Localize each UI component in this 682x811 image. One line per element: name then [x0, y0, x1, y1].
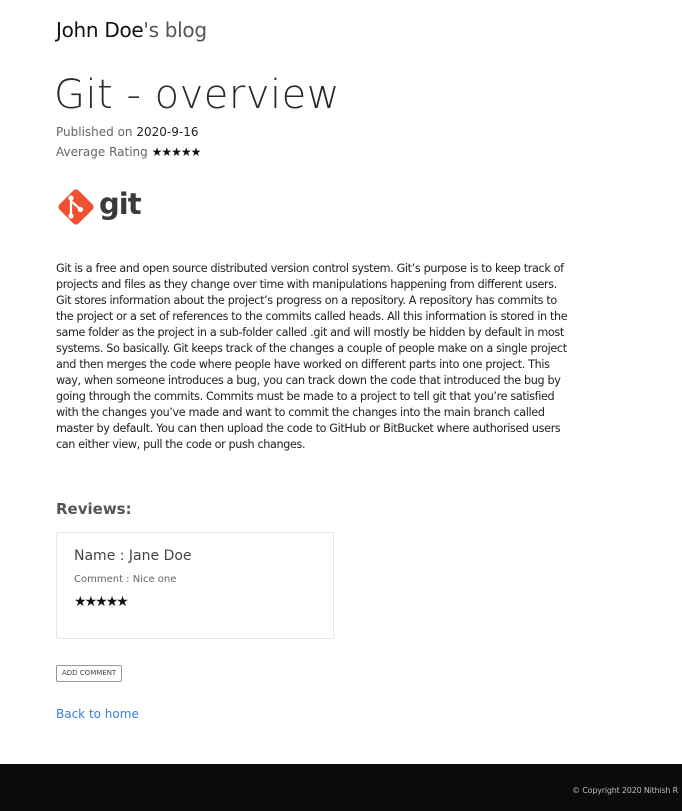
post-body: Git is a free and open source distribute…	[56, 262, 568, 451]
brand-suffix: 's blog	[143, 18, 207, 42]
star-icon: ★	[171, 145, 182, 159]
add-comment-button[interactable]: ADD COMMENT	[56, 665, 123, 682]
brand-name: John Doe	[56, 18, 144, 42]
review-comment: Comment : Nice one	[74, 574, 177, 585]
star-icon: ★	[84, 594, 97, 610]
star-icon: ★	[116, 594, 128, 610]
svg-text:git: git	[99, 187, 142, 221]
star-icon: ★	[190, 145, 202, 159]
star-icon: ★	[180, 145, 192, 159]
reviews-heading: Reviews:	[56, 500, 132, 518]
published-date: 2020-9-16	[136, 125, 199, 139]
published-line: Published on 2020-9-16	[56, 122, 200, 142]
site-header: John Doe's blog	[56, 18, 207, 48]
star-icon: ★	[151, 145, 163, 159]
copyright-text: © Copyright 2020 Nithish R	[572, 786, 678, 795]
back-to-home-link[interactable]: Back to home	[56, 707, 139, 721]
post-title: Git - overview	[54, 72, 340, 118]
review-author: Name : Jane Doe	[74, 548, 192, 564]
rating-line: Average Rating ★★★★★	[56, 142, 202, 162]
rating-label: Average Rating	[56, 145, 148, 159]
blog-brand[interactable]: John Doe's blog	[56, 18, 207, 42]
star-icon: ★	[95, 594, 107, 610]
star-icon: ★	[161, 145, 172, 159]
post-meta: Published on 2020-9-16 Average Rating ★★…	[56, 122, 202, 162]
star-icon: ★	[105, 594, 118, 610]
review-card: Name : Jane Doe Comment : Nice one ★★★★★	[56, 532, 334, 639]
git-logo-icon: git	[58, 187, 143, 225]
published-label: Published on	[56, 125, 133, 139]
review-rating-stars: ★★★★★	[74, 594, 316, 610]
star-icon: ★	[74, 594, 86, 610]
site-footer: © Copyright 2020 Nithish R	[0, 764, 682, 811]
average-rating-stars: ★★★★★	[151, 142, 202, 162]
